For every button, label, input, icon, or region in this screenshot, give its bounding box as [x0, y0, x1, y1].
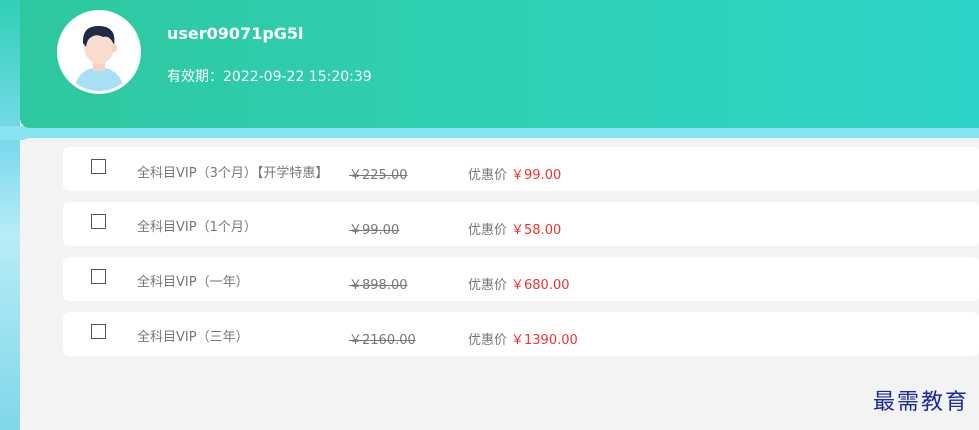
validity-text: 有效期：2022-09-22 15:20:39: [167, 66, 372, 86]
discount-label: 优惠价: [468, 168, 508, 183]
validity-label: 有效期：: [167, 69, 223, 85]
watermark-text: 最需教育: [872, 390, 969, 415]
discount-price: ￥1390.00: [511, 333, 578, 348]
validity-date: 2022-09-22 15:20:39: [223, 69, 372, 85]
product-name: 全科目VIP（一年）: [137, 275, 249, 290]
product-row[interactable]: 全科目VIP（一年） ￥898.00 优惠价 ￥680.00: [63, 257, 979, 301]
avatar-illustration-icon: [60, 13, 138, 91]
product-name: 全科目VIP（1个月）: [137, 220, 257, 235]
discount: 优惠价 ￥99.00: [468, 164, 561, 183]
product-checkbox[interactable]: [91, 269, 106, 284]
product-name: 全科目VIP（3个月）【开学特惠】: [137, 166, 329, 181]
original-price: ￥225.00: [349, 168, 408, 183]
original-price: ￥99.00: [349, 223, 400, 238]
product-row[interactable]: 全科目VIP（1个月） ￥99.00 优惠价 ￥58.00: [63, 202, 979, 246]
original-price: ￥898.00: [349, 278, 408, 293]
username: user09071pG5l: [167, 24, 304, 43]
original-price: ￥2160.00: [349, 333, 416, 348]
discount-price: ￥680.00: [511, 278, 570, 293]
product-checkbox[interactable]: [91, 214, 106, 229]
discount: 优惠价 ￥680.00: [468, 274, 570, 293]
discount-label: 优惠价: [468, 223, 508, 238]
discount: 优惠价 ￥58.00: [468, 219, 561, 238]
side-background: [0, 0, 20, 430]
avatar[interactable]: [57, 10, 141, 94]
product-checkbox[interactable]: [91, 324, 106, 339]
discount-label: 优惠价: [468, 278, 508, 293]
discount-price: ￥99.00: [511, 168, 562, 183]
product-checkbox[interactable]: [91, 159, 106, 174]
product-panel: 全科目VIP（3个月）【开学特惠】 ￥225.00 优惠价 ￥99.00 全科目V…: [20, 138, 979, 430]
discount-label: 优惠价: [468, 333, 508, 348]
product-row[interactable]: 全科目VIP（3个月）【开学特惠】 ￥225.00 优惠价 ￥99.00: [63, 147, 979, 191]
user-header: user09071pG5l 有效期：2022-09-22 15:20:39: [20, 0, 979, 128]
product-name: 全科目VIP（三年）: [137, 330, 249, 345]
discount: 优惠价 ￥1390.00: [468, 329, 578, 348]
discount-price: ￥58.00: [511, 223, 562, 238]
product-row[interactable]: 全科目VIP（三年） ￥2160.00 优惠价 ￥1390.00: [63, 312, 979, 356]
